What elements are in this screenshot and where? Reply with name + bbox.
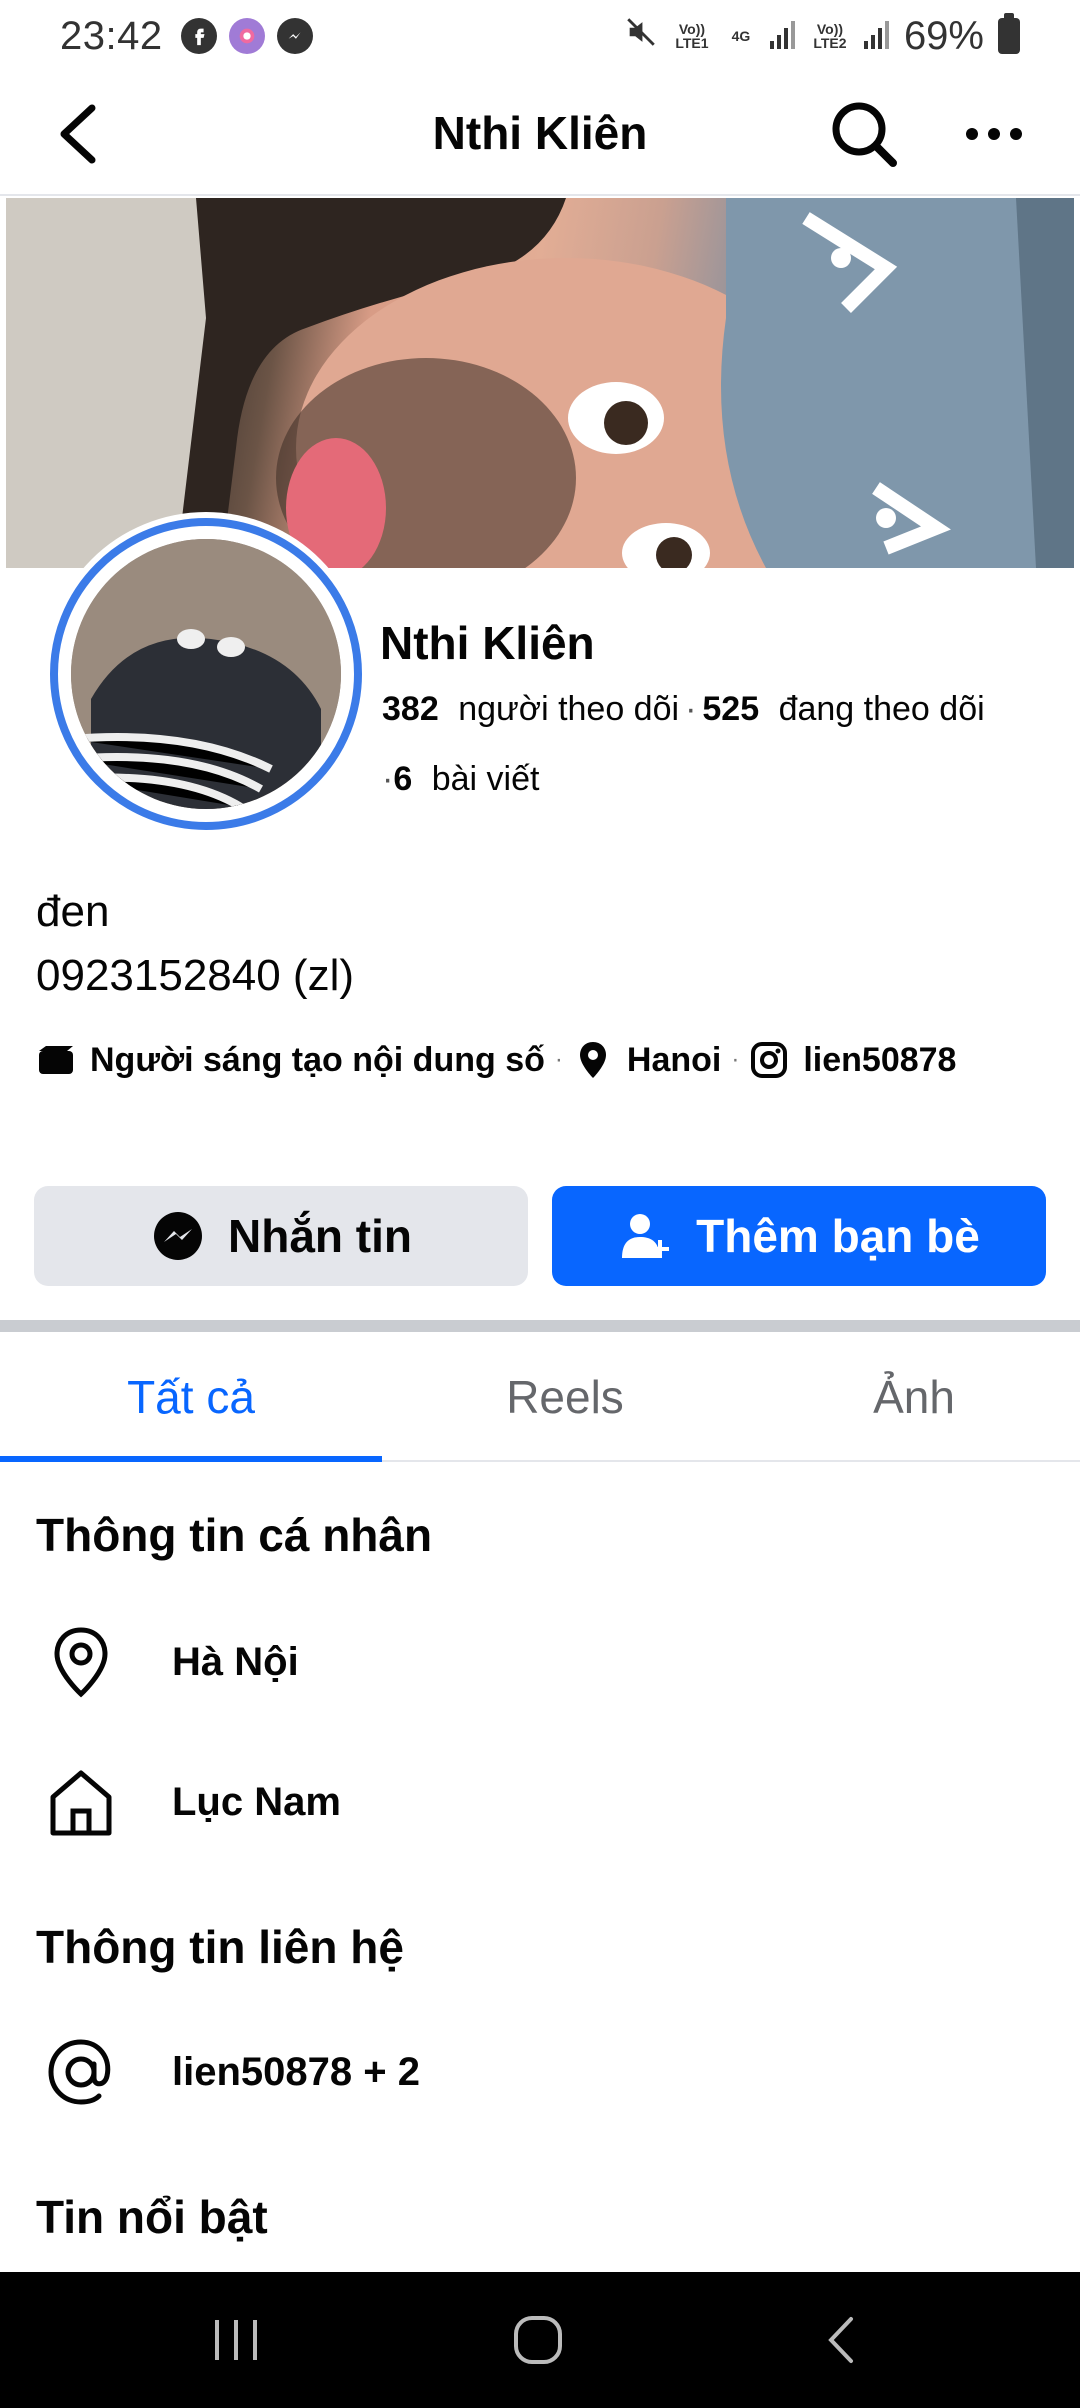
search-icon bbox=[832, 102, 897, 167]
avatar bbox=[71, 539, 341, 809]
current-city: Hà Nội bbox=[172, 1639, 299, 1684]
following-label[interactable]: đang theo dõi bbox=[779, 690, 985, 728]
follow-stats: 382 người theo dõi · 525 đang theo dõi bbox=[382, 690, 985, 729]
signal1-icon bbox=[769, 14, 796, 59]
tab-photos[interactable]: Ảnh bbox=[748, 1332, 1080, 1462]
system-back-button[interactable] bbox=[780, 2300, 900, 2380]
tab-reels[interactable]: Reels bbox=[382, 1332, 748, 1462]
section-divider bbox=[0, 1320, 1080, 1332]
posts-label: bài viết bbox=[431, 760, 540, 798]
separator-dot: · bbox=[554, 1046, 563, 1073]
followers-count[interactable]: 382 bbox=[382, 690, 439, 728]
posts-stat: ·6 bài viết bbox=[382, 760, 539, 799]
recent-apps-icon bbox=[215, 2320, 257, 2360]
chevron-left-icon bbox=[828, 2317, 853, 2363]
current-city-row[interactable]: Hà Nội bbox=[36, 1612, 1036, 1712]
sim1-label: Vo)) LTE1 bbox=[675, 21, 709, 51]
cover-photo-image bbox=[6, 198, 1074, 568]
status-indicators: Vo)) LTE1 4G Vo)) LTE2 69% bbox=[624, 13, 1020, 59]
avatar-container[interactable] bbox=[44, 512, 368, 836]
clapperboard-icon bbox=[36, 1040, 76, 1080]
instagram-icon bbox=[749, 1040, 789, 1080]
notification-icons bbox=[180, 18, 313, 54]
home-circle-icon bbox=[514, 2316, 562, 2364]
profile-details: Người sáng tạo nội dung số · Hanoi · lie… bbox=[36, 1040, 956, 1080]
contact-handle: lien50878 + 2 bbox=[172, 2049, 420, 2094]
hometown: Lục Nam bbox=[172, 1779, 341, 1824]
system-navigation-bar bbox=[0, 2272, 1080, 2408]
profile-header: Nthi Kliên bbox=[0, 72, 1080, 196]
status-time: 23:42 bbox=[60, 13, 163, 58]
network-type: 4G bbox=[731, 28, 751, 44]
page-title: Nthi Kliên bbox=[432, 107, 648, 159]
profile-name: Nthi Kliên bbox=[380, 617, 595, 669]
messenger-icon bbox=[150, 1208, 206, 1264]
recent-apps-button[interactable] bbox=[176, 2300, 296, 2380]
story-ring bbox=[50, 518, 362, 830]
cover-photo[interactable] bbox=[6, 198, 1074, 568]
add-friend-button-label: Thêm bạn bè bbox=[696, 1210, 980, 1262]
messenger-notification-icon bbox=[276, 18, 313, 54]
message-button-label: Nhắn tin bbox=[228, 1210, 412, 1262]
bio-line: đen bbox=[36, 887, 110, 936]
search-button[interactable] bbox=[820, 90, 908, 178]
contact-handle-row[interactable]: lien50878 + 2 bbox=[36, 2022, 1036, 2122]
add-friend-icon bbox=[618, 1208, 674, 1264]
battery-icon bbox=[998, 13, 1020, 54]
avatar-image bbox=[71, 539, 341, 809]
more-options-button[interactable] bbox=[950, 90, 1038, 178]
home-icon bbox=[26, 1752, 136, 1852]
signal2-icon bbox=[863, 14, 890, 59]
more-horizontal-icon bbox=[966, 128, 1022, 140]
message-button[interactable]: Nhắn tin bbox=[34, 1186, 528, 1286]
home-button[interactable] bbox=[478, 2300, 598, 2380]
bio: đen 0923152840 (zl) bbox=[36, 880, 354, 1008]
bio-line: 0923152840 (zl) bbox=[36, 951, 355, 1000]
category-label: Người sáng tạo nội dung số bbox=[90, 1040, 545, 1079]
instagram-handle[interactable]: lien50878 bbox=[803, 1041, 956, 1080]
personal-info-title: Thông tin cá nhân bbox=[36, 1509, 433, 1561]
mute-icon bbox=[624, 14, 658, 59]
contact-info-title: Thông tin liên hệ bbox=[36, 1921, 404, 1973]
profile-tabs: Tất cả Reels Ảnh bbox=[0, 1332, 1080, 1462]
sim2-label: Vo)) LTE2 bbox=[813, 21, 847, 51]
separator-dot: · bbox=[731, 1046, 740, 1073]
following-count[interactable]: 525 bbox=[702, 690, 759, 728]
status-bar: 23:42 Vo)) LTE1 4G Vo)) LTE2 69% bbox=[0, 0, 1080, 72]
active-tab-indicator bbox=[0, 1456, 382, 1462]
location-pin-icon bbox=[26, 1612, 136, 1712]
separator-dot: · bbox=[685, 690, 697, 728]
at-sign-icon bbox=[26, 2022, 136, 2122]
location-label: Hanoi bbox=[626, 1040, 722, 1079]
messenger-kids-notification-icon bbox=[228, 18, 265, 54]
add-friend-button[interactable]: Thêm bạn bè bbox=[552, 1186, 1046, 1286]
hometown-row[interactable]: Lục Nam bbox=[36, 1752, 1036, 1852]
facebook-notification-icon bbox=[180, 18, 217, 54]
tab-all[interactable]: Tất cả bbox=[0, 1332, 382, 1462]
location-pin-icon bbox=[573, 1040, 613, 1080]
featured-stories-title: Tin nổi bật bbox=[36, 2191, 268, 2243]
followers-label[interactable]: người theo dõi bbox=[458, 690, 679, 728]
separator-dot: · bbox=[382, 760, 394, 798]
battery-percent: 69% bbox=[903, 13, 984, 58]
posts-count: 6 bbox=[393, 760, 413, 798]
